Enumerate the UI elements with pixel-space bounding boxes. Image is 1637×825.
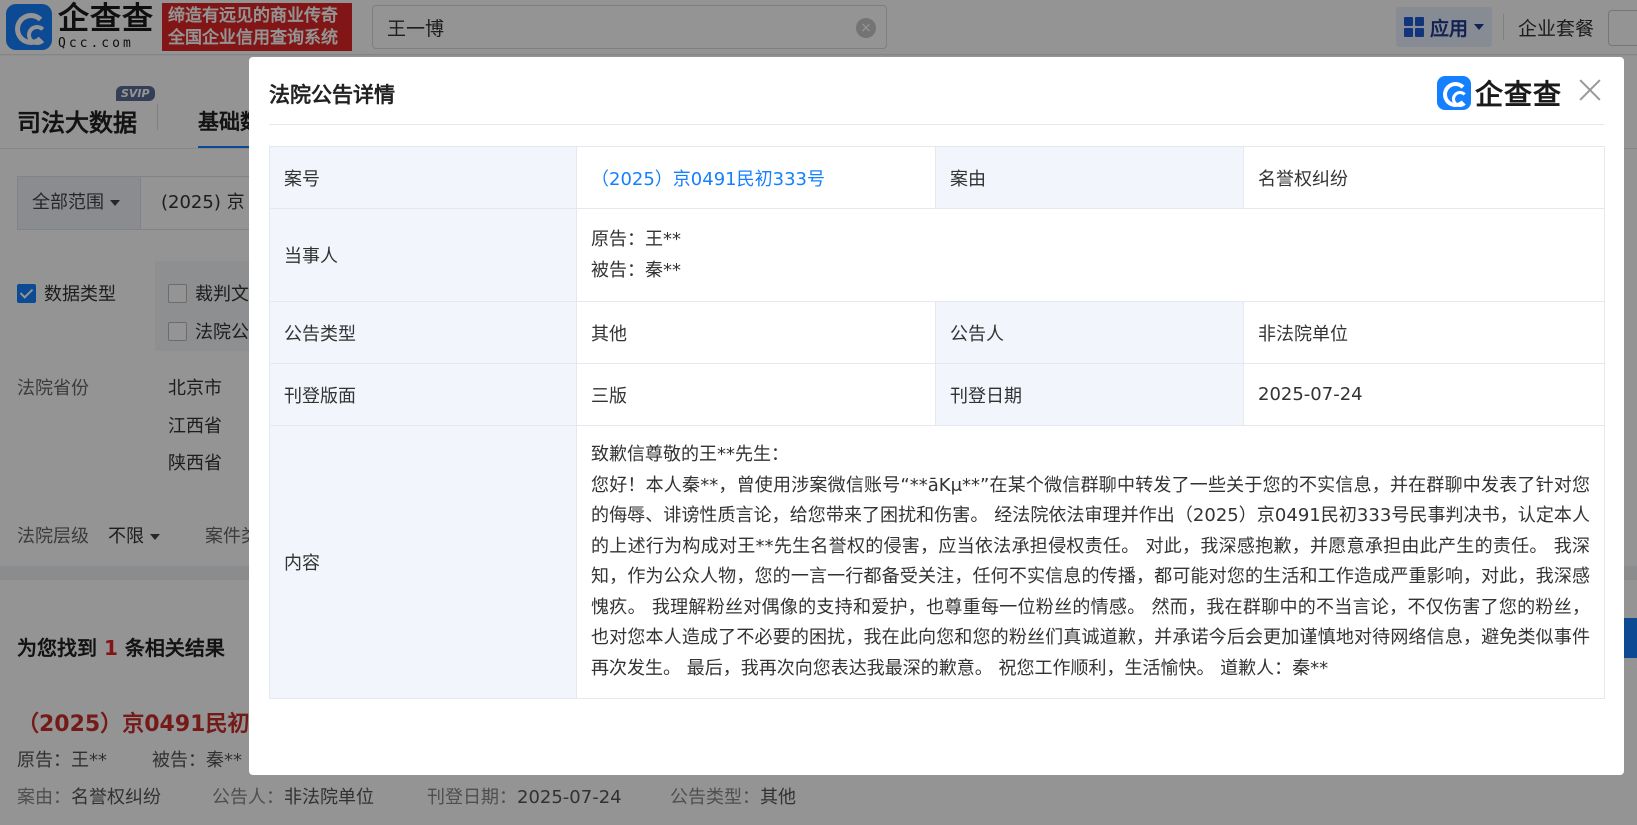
modal-logo: 企查查 xyxy=(1437,73,1562,113)
content-heading: 致歉信尊敬的王**先生： xyxy=(591,444,789,465)
cause-label: 案由 xyxy=(935,146,1244,209)
announcer-label: 公告人 xyxy=(935,301,1244,364)
plaintiff-text: 原告：王** xyxy=(591,229,681,250)
defendant-text: 被告：秦** xyxy=(591,260,681,281)
court-notice-detail-modal: 法院公告详情 企查查 案号 （2025）京0491民初333号 案由 名誉权纠纷… xyxy=(249,57,1624,775)
table-row: 公告类型 其他 公告人 非法院单位 xyxy=(269,301,1605,364)
announcer-value: 非法院单位 xyxy=(1243,301,1605,364)
content-body: 您好！本人秦**，曾使用涉案微信账号“**āKμ**”在某个微信群聊中转发了一些… xyxy=(591,474,1590,679)
page-value: 三版 xyxy=(576,363,936,426)
party-label: 当事人 xyxy=(269,208,577,302)
notice-type-label: 公告类型 xyxy=(269,301,577,364)
table-row: 当事人 原告：王** 被告：秦** xyxy=(269,208,1605,302)
modal-logo-text: 企查查 xyxy=(1475,78,1563,111)
table-row: 内容 致歉信尊敬的王**先生： 您好！本人秦**，曾使用涉案微信账号“**āKμ… xyxy=(269,425,1605,699)
case-no-link[interactable]: （2025）京0491民初333号 xyxy=(591,169,825,190)
notice-detail-table: 案号 （2025）京0491民初333号 案由 名誉权纠纷 当事人 原告：王**… xyxy=(269,146,1605,699)
table-row: 刊登版面 三版 刊登日期 2025-07-24 xyxy=(269,363,1605,426)
content-label: 内容 xyxy=(269,425,577,699)
party-value: 原告：王** 被告：秦** xyxy=(576,208,1605,302)
close-icon[interactable] xyxy=(1575,75,1605,105)
publish-date-value: 2025-07-24 xyxy=(1243,363,1605,426)
table-row: 案号 （2025）京0491民初333号 案由 名誉权纠纷 xyxy=(269,146,1605,209)
modal-header-divider xyxy=(269,124,1604,125)
qcc-logo-icon xyxy=(1437,76,1471,110)
case-no-label: 案号 xyxy=(269,146,577,209)
cause-value: 名誉权纠纷 xyxy=(1243,146,1605,209)
page-label: 刊登版面 xyxy=(269,363,577,426)
content-value: 致歉信尊敬的王**先生： 您好！本人秦**，曾使用涉案微信账号“**āKμ**”… xyxy=(576,425,1605,699)
modal-title: 法院公告详情 xyxy=(269,83,395,107)
publish-date-label: 刊登日期 xyxy=(935,363,1244,426)
case-no-cell: （2025）京0491民初333号 xyxy=(576,146,936,209)
notice-type-value: 其他 xyxy=(576,301,936,364)
